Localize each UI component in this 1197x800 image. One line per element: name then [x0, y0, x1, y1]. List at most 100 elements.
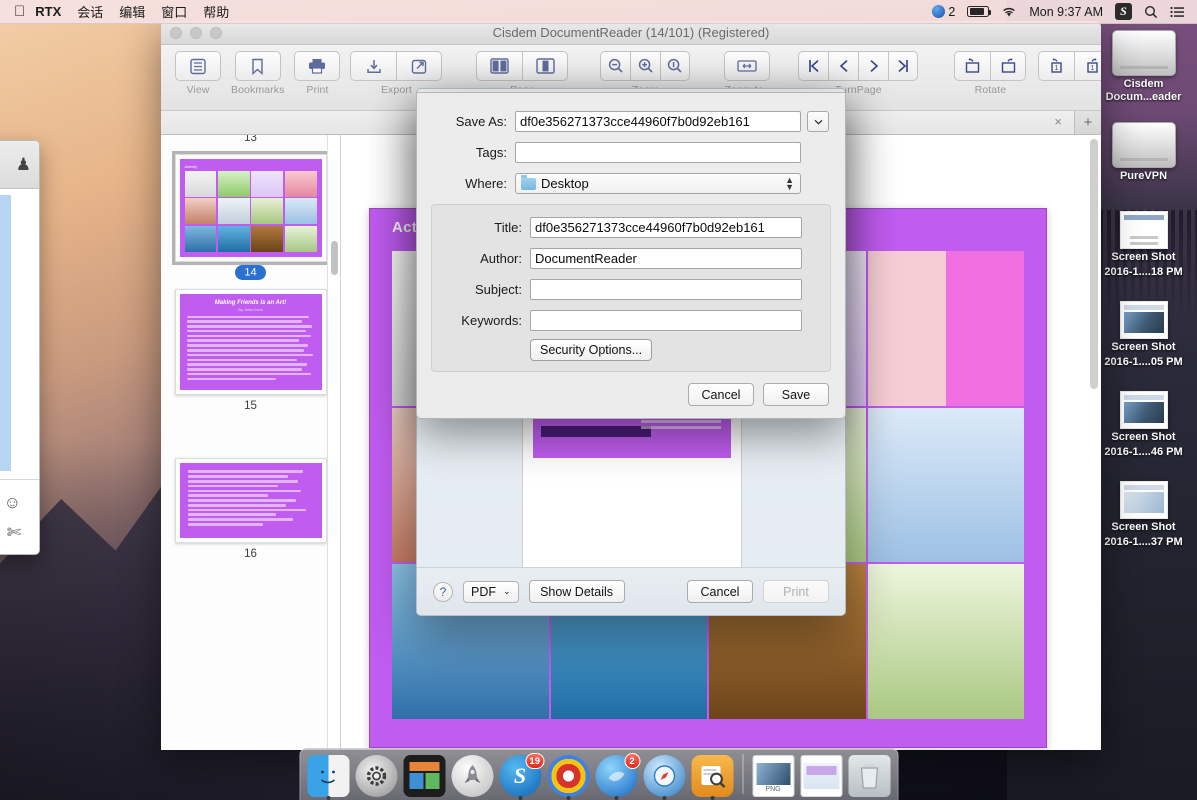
desktop-icon-screenshot-4[interactable]: Screen Shot 2016-1....37 PM — [1092, 477, 1196, 549]
where-value: Desktop — [541, 176, 589, 191]
dock-item-rtx[interactable]: 2 — [595, 755, 637, 797]
save-as-expand-button[interactable] — [807, 111, 829, 132]
where-popup-button[interactable]: Desktop ▲▼ — [515, 173, 801, 194]
rotate-page-left-button[interactable]: 1 — [1038, 51, 1074, 81]
notification-circle-icon — [932, 5, 945, 18]
thumbnail-scrollbar-thumb[interactable] — [331, 241, 338, 275]
zoom-to-fit-button[interactable] — [724, 51, 770, 81]
next-page-button[interactable] — [858, 51, 888, 81]
save-dialog: Save As: df0e356271373cce44960f7b0d92eb1… — [416, 92, 846, 419]
document-scrollbar[interactable] — [1090, 139, 1098, 389]
desktop-icon-label-line1: Screen Shot — [1092, 521, 1196, 534]
zoom-out-button[interactable] — [600, 51, 630, 81]
subject-input[interactable] — [530, 279, 802, 300]
first-page-button[interactable] — [798, 51, 828, 81]
zoom-actual-size-button[interactable] — [660, 51, 690, 81]
title-label: Title: — [432, 220, 530, 235]
save-cancel-button[interactable]: Cancel — [688, 383, 754, 406]
dock-item-trash[interactable] — [848, 755, 890, 797]
rotate-left-button[interactable] — [954, 51, 990, 81]
thumbnail-page-14[interactable]: Activity — [175, 154, 327, 279]
dock-item-sogou[interactable]: S 19 — [499, 755, 541, 797]
view-button[interactable] — [175, 51, 221, 81]
menu-status-battery[interactable] — [967, 6, 989, 17]
export-download-button[interactable] — [350, 51, 396, 81]
dock-file-screenshot[interactable] — [800, 755, 842, 797]
bookmarks-button[interactable] — [235, 51, 281, 81]
pdf-menu-button[interactable]: PDF ⌄ — [463, 581, 519, 603]
menu-status-notifications[interactable]: 2 — [932, 5, 955, 19]
save-confirm-button[interactable]: Save — [763, 383, 829, 406]
close-icon[interactable]: × — [1054, 115, 1062, 128]
dock-file-png[interactable]: PNG — [752, 755, 794, 797]
file-thumbnail-icon — [1120, 301, 1168, 339]
dock-separator — [742, 754, 743, 794]
emoji-icon[interactable]: ☺ — [4, 493, 21, 513]
security-options-button[interactable]: Security Options... — [530, 339, 652, 361]
menu-status-spotlight[interactable] — [1144, 5, 1158, 19]
menu-item-edit[interactable]: 编辑 — [119, 2, 145, 21]
menu-status-ime[interactable]: S — [1115, 3, 1132, 20]
dock[interactable]: S 19 2 — [299, 748, 898, 800]
window-titlebar[interactable]: Cisdem DocumentReader (14/101) (Register… — [161, 21, 1101, 45]
desktop-icon-purevpn[interactable]: PureVPN — [1092, 122, 1196, 183]
thumbnail-page-13[interactable]: 13 — [175, 135, 327, 144]
rotate-right-button[interactable] — [990, 51, 1026, 81]
print-button[interactable] — [294, 51, 340, 81]
author-input[interactable]: DocumentReader — [530, 248, 802, 269]
menu-item-rtx[interactable]: RTX — [35, 4, 61, 19]
dock-item-launchpad[interactable] — [451, 755, 493, 797]
title-row: Title: df0e356271373cce44960f7b0d92eb161 — [432, 217, 830, 238]
scissors-icon[interactable]: ✄ — [7, 523, 21, 543]
dock-item-chrome[interactable] — [547, 755, 589, 797]
zoom-in-button[interactable] — [630, 51, 660, 81]
menu-clock[interactable]: Mon 9:37 AM — [1029, 5, 1103, 19]
desktop-icon-screenshot-3[interactable]: Screen Shot 2016-1....46 PM — [1092, 387, 1196, 459]
new-tab-button[interactable]: + — [1075, 111, 1101, 134]
single-page-view-button[interactable] — [522, 51, 568, 81]
subject-row: Subject: — [432, 279, 830, 300]
save-as-input[interactable]: df0e356271373cce44960f7b0d92eb161 — [515, 111, 801, 132]
thumbnail-page-16[interactable]: 16 — [175, 458, 327, 559]
prev-page-button[interactable] — [828, 51, 858, 81]
dock-item-cisdem[interactable] — [691, 755, 733, 797]
help-button[interactable]: ? — [433, 582, 453, 602]
menu-item-window[interactable]: 窗口 — [161, 2, 187, 21]
thumbnail-number: 14 — [175, 267, 327, 279]
single-page-icon — [536, 58, 555, 74]
desktop-icon-screenshot-1[interactable]: Screen Shot 2016-1....18 PM — [1092, 207, 1196, 279]
desktop-icon-label-line2: 2016-1....46 PM — [1092, 446, 1196, 459]
menu-item-session[interactable]: 会话 — [77, 2, 103, 21]
rtx-chat-window-peek[interactable]: ♟ ☺ ✄ — [0, 140, 40, 555]
tags-input[interactable] — [515, 142, 801, 163]
menu-bar[interactable]:  RTX 会话 编辑 窗口 帮助 2 Mon 9:37 AM S — [0, 0, 1197, 24]
title-input[interactable]: df0e356271373cce44960f7b0d92eb161 — [530, 217, 802, 238]
thumbnail-sidebar[interactable]: 13 Activity — [161, 135, 341, 750]
print-cancel-button[interactable]: Cancel — [687, 580, 753, 603]
dock-item-finder[interactable] — [307, 755, 349, 797]
preview-text-block — [541, 426, 651, 437]
desktop-icon-cisdem[interactable]: Cisdem Docum...eader — [1092, 30, 1196, 104]
apple-menu-icon[interactable]:  — [14, 4, 25, 19]
thumbnail-page-15[interactable]: Making Friends Is an Art! By Julia Cook … — [175, 289, 327, 413]
thumbnail-scrollbar-track[interactable] — [327, 135, 340, 750]
show-details-button[interactable]: Show Details — [529, 580, 625, 603]
desktop-icon-screenshot-2[interactable]: Screen Shot 2016-1....05 PM — [1092, 297, 1196, 369]
thumbnail-image: Making Friends Is an Art! By Julia Cook — [175, 289, 327, 396]
running-indicator — [710, 796, 714, 800]
dock-item-safari[interactable] — [643, 755, 685, 797]
rotate-page-right-button[interactable]: 1 — [1074, 51, 1101, 81]
export-share-button[interactable] — [396, 51, 442, 81]
two-page-view-button[interactable] — [476, 51, 522, 81]
menu-status-notification-center[interactable] — [1170, 6, 1185, 18]
last-page-button[interactable] — [888, 51, 918, 81]
running-indicator — [566, 796, 570, 800]
document-image-cell — [868, 564, 1025, 719]
dock-item-mission-control[interactable] — [403, 755, 445, 797]
keywords-input[interactable] — [530, 310, 802, 331]
menu-item-help[interactable]: 帮助 — [203, 2, 229, 21]
menu-status-wifi[interactable] — [1001, 6, 1017, 18]
document-magnifier-icon — [698, 763, 726, 789]
running-indicator — [326, 796, 330, 800]
dock-item-system-preferences[interactable] — [355, 755, 397, 797]
